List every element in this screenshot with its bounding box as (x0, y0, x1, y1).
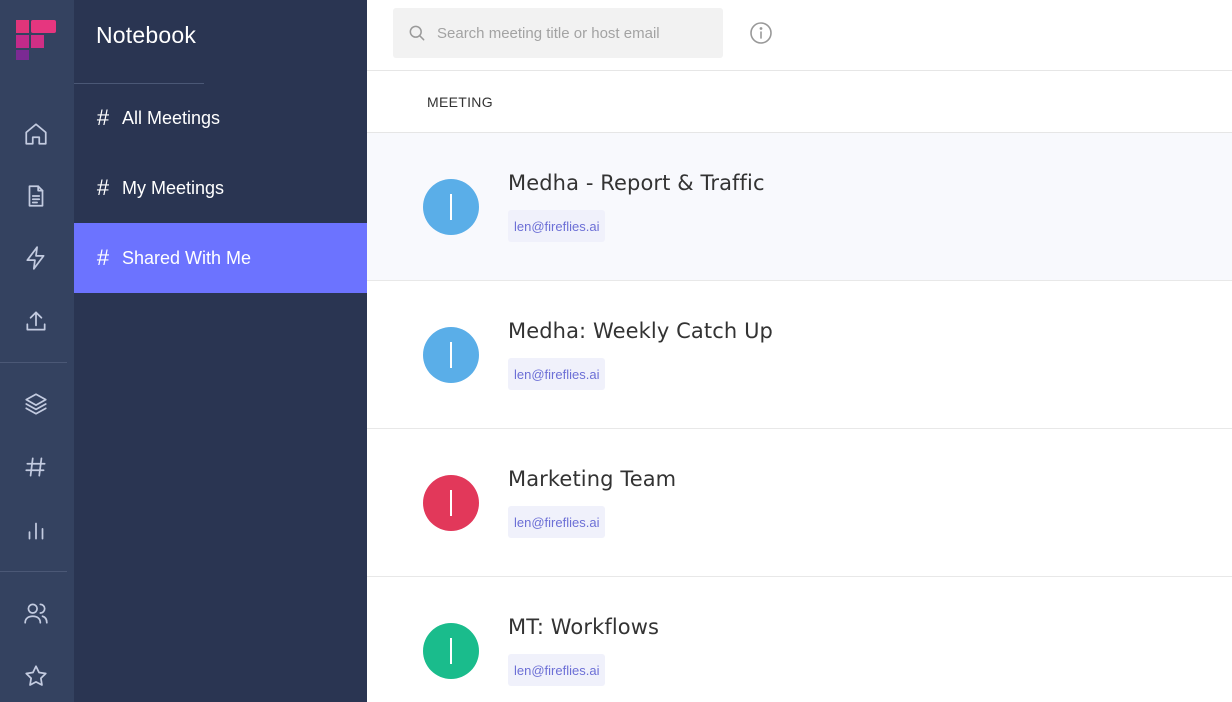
sidebar-item-all-meetings[interactable]: # All Meetings (74, 83, 367, 153)
sidebar-item-label: Shared With Me (122, 247, 252, 268)
home-icon[interactable] (20, 118, 52, 150)
meeting-title[interactable]: Medha - Report & Traffic (508, 171, 765, 195)
avatar (423, 475, 479, 531)
header-divider (367, 70, 1232, 71)
sidebar-title: Notebook (96, 22, 197, 48)
search-bar[interactable] (393, 8, 723, 58)
upload-icon[interactable] (20, 305, 52, 337)
host-email-badge: len@fireflies.ai (508, 654, 606, 686)
bar-chart-icon[interactable] (20, 514, 52, 546)
sidebar-item-label: My Meetings (122, 177, 225, 198)
hashtag-icon: # (96, 245, 110, 270)
sidebar-item-my-meetings[interactable]: # My Meetings (74, 153, 367, 223)
info-icon[interactable] (749, 21, 773, 45)
column-header-meeting[interactable]: MEETING (427, 94, 493, 110)
avatar (423, 327, 479, 383)
lightning-icon[interactable] (20, 242, 52, 274)
hashtag-icon[interactable] (20, 451, 52, 483)
host-email-badge: len@fireflies.ai (508, 506, 606, 538)
meeting-row[interactable]: Medha - Report & Traffic len@fireflies.a… (367, 133, 1232, 281)
meeting-row[interactable]: Medha: Weekly Catch Up len@fireflies.ai (367, 281, 1232, 429)
fireflies-logo-icon[interactable] (16, 18, 58, 60)
avatar (423, 623, 479, 679)
sidebar-item-label: All Meetings (122, 107, 221, 128)
icon-rail (0, 0, 74, 702)
users-icon[interactable] (20, 597, 52, 629)
star-icon[interactable] (20, 660, 52, 692)
search-input[interactable] (437, 24, 707, 42)
host-email-badge: len@fireflies.ai (508, 358, 606, 390)
document-icon[interactable] (20, 180, 52, 212)
search-icon (409, 25, 425, 41)
hashtag-icon: # (96, 105, 110, 130)
notebook-sidebar: Notebook # All Meetings # My Meetings # … (74, 0, 367, 702)
host-email-badge: len@fireflies.ai (508, 210, 606, 242)
sidebar-item-shared-with-me[interactable]: # Shared With Me (74, 223, 367, 293)
meeting-row[interactable]: Marketing Team len@fireflies.ai (367, 429, 1232, 577)
meeting-title[interactable]: MT: Workflows (508, 615, 659, 639)
rail-divider (0, 571, 67, 572)
meeting-row[interactable]: MT: Workflows len@fireflies.ai (367, 577, 1232, 702)
rail-divider (0, 362, 67, 363)
layers-icon[interactable] (20, 388, 52, 420)
hashtag-icon: # (96, 175, 110, 200)
main-content: MEETING Medha - Report & Traffic len@fir… (367, 0, 1232, 702)
avatar (423, 179, 479, 235)
meeting-title[interactable]: Marketing Team (508, 467, 676, 491)
meeting-title[interactable]: Medha: Weekly Catch Up (508, 319, 773, 343)
